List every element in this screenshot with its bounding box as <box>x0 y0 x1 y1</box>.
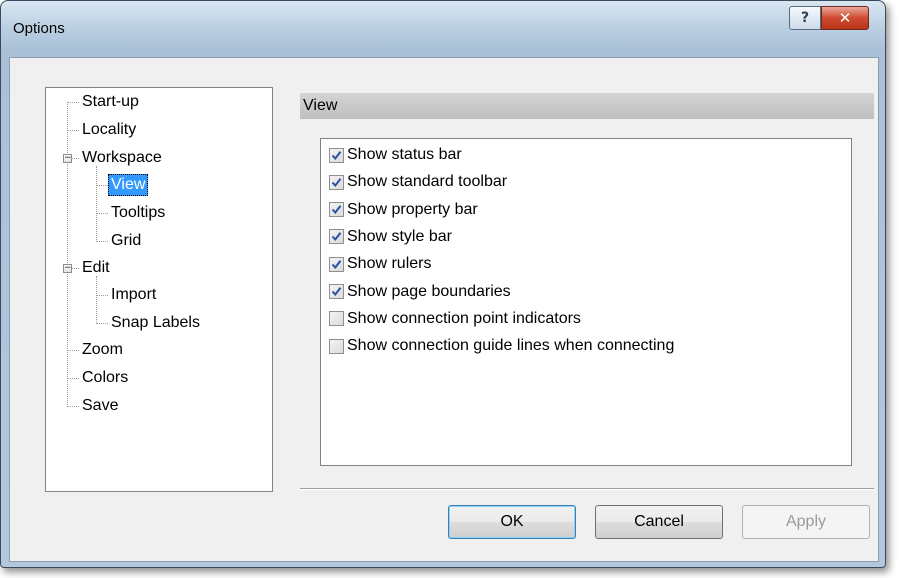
collapse-edit-icon[interactable]: − <box>63 264 72 273</box>
option-row[interactable]: Show connection point indicators <box>329 307 581 331</box>
close-button[interactable]: ✕ <box>821 6 869 30</box>
tree-item-save[interactable]: Save <box>79 395 121 417</box>
option-row[interactable]: Show standard toolbar <box>329 170 507 194</box>
option-row[interactable]: Show property bar <box>329 198 478 222</box>
option-row[interactable]: Show page boundaries <box>329 280 511 304</box>
close-icon: ✕ <box>838 9 852 27</box>
help-button[interactable]: ? <box>789 6 821 30</box>
option-row[interactable]: Show style bar <box>329 225 452 249</box>
tree-item-edit[interactable]: Edit <box>79 257 113 279</box>
view-options-list: Show status bar Show standard toolbar Show… <box>320 138 852 466</box>
tree-connector <box>67 130 79 131</box>
option-label: Show connection guide lines when connect… <box>347 337 675 355</box>
tree-item-start-up[interactable]: Start-up <box>79 91 142 113</box>
option-label: Show style bar <box>347 227 452 245</box>
dialog-client-area: − − Start-up Locality Workspace View Too… <box>9 57 879 562</box>
tree-item-locality[interactable]: Locality <box>79 119 139 141</box>
collapse-workspace-icon[interactable]: − <box>63 154 72 163</box>
tree-connector <box>67 350 79 351</box>
tree-connector <box>67 406 79 407</box>
option-checkbox[interactable] <box>329 174 344 190</box>
option-checkbox[interactable] <box>329 202 344 218</box>
tree-root-line <box>67 102 68 407</box>
option-row[interactable]: Show status bar <box>329 143 462 167</box>
tree-connector <box>96 185 108 186</box>
category-tree[interactable]: − − Start-up Locality Workspace View Too… <box>45 87 273 492</box>
help-icon: ? <box>800 10 810 26</box>
option-label: Show standard toolbar <box>347 173 508 191</box>
tree-connector <box>96 295 108 296</box>
tree-connector <box>96 213 108 214</box>
tree-connector <box>96 323 108 324</box>
tree-item-colors[interactable]: Colors <box>79 367 131 389</box>
option-label: Show page boundaries <box>347 282 511 300</box>
options-dialog: Options ? ✕ − − Start-up Locality Worksp… <box>0 0 886 568</box>
tree-item-snap-labels[interactable]: Snap Labels <box>108 312 203 334</box>
ok-button[interactable]: OK <box>448 505 576 539</box>
button-divider <box>300 488 874 490</box>
option-checkbox[interactable] <box>329 229 344 245</box>
option-label: Show connection point indicators <box>347 309 581 327</box>
option-label: Show status bar <box>347 146 462 163</box>
section-header: View <box>300 93 874 119</box>
option-checkbox[interactable] <box>329 147 344 163</box>
tree-item-tooltips[interactable]: Tooltips <box>108 202 168 224</box>
option-checkbox[interactable] <box>329 284 344 299</box>
tree-connector <box>67 102 79 103</box>
option-checkbox[interactable] <box>329 311 344 327</box>
option-row[interactable]: Show rulers <box>329 252 431 276</box>
tree-item-view[interactable]: View <box>108 174 149 196</box>
option-checkbox[interactable] <box>329 338 344 354</box>
apply-button[interactable]: Apply <box>742 505 870 539</box>
option-checkbox[interactable] <box>329 256 344 272</box>
tree-connector <box>67 378 79 379</box>
tree-item-import[interactable]: Import <box>108 284 159 306</box>
tree-item-grid[interactable]: Grid <box>108 230 144 252</box>
option-label: Show property bar <box>347 200 478 218</box>
option-row[interactable]: Show connection guide lines when connect… <box>329 334 674 358</box>
option-label: Show rulers <box>347 255 432 273</box>
window-title: Options <box>13 20 65 37</box>
tree-connector <box>72 158 79 159</box>
cancel-button[interactable]: Cancel <box>595 505 723 539</box>
tree-connector <box>72 268 79 269</box>
tree-item-zoom[interactable]: Zoom <box>79 339 126 361</box>
tree-edit-line <box>96 276 97 324</box>
tree-connector <box>96 241 108 242</box>
tree-item-workspace[interactable]: Workspace <box>79 147 165 169</box>
tree-workspace-line <box>96 166 97 242</box>
